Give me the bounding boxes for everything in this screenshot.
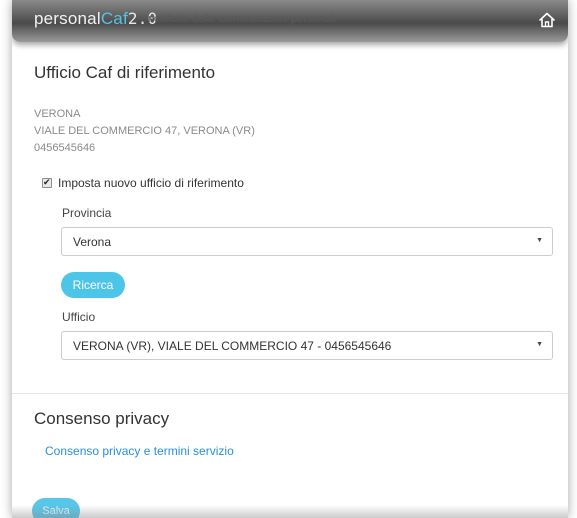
provincia-value: Verona bbox=[73, 235, 112, 249]
office-section-title: Ufficio Caf di riferimento bbox=[34, 63, 216, 82]
home-icon bbox=[539, 12, 555, 28]
section-divider bbox=[12, 393, 568, 394]
current-office-address: VIALE DEL COMMERCIO 47, VERONA (VR) bbox=[34, 125, 255, 137]
new-office-checkbox-row[interactable]: ✔ Imposta nuovo ufficio di riferimento bbox=[42, 175, 244, 191]
ufficio-label: Ufficio bbox=[62, 310, 96, 324]
chevron-down-icon: ▼ bbox=[536, 341, 543, 348]
new-office-checkbox[interactable]: ✔ bbox=[42, 177, 52, 188]
provincia-select[interactable]: Verona ▼ bbox=[61, 227, 553, 256]
chevron-down-icon: ▼ bbox=[536, 237, 543, 244]
current-office-phone: 0456545646 bbox=[34, 142, 96, 154]
privacy-terms-link[interactable]: Consenso privacy e termini servizio bbox=[45, 444, 234, 458]
provincia-label: Provincia bbox=[62, 206, 112, 220]
ufficio-value: VERONA (VR), VIALE DEL COMMERCIO 47 - 04… bbox=[73, 339, 392, 353]
home-button[interactable] bbox=[538, 11, 556, 29]
top-bar: personalCaf2.0 notifiche delle comunicaz… bbox=[12, 0, 568, 42]
bottom-shadow bbox=[12, 505, 568, 518]
save-button[interactable]: Salva bbox=[32, 498, 80, 518]
ufficio-select[interactable]: VERONA (VR), VIALE DEL COMMERCIO 47 - 04… bbox=[61, 331, 553, 360]
logo-personal: personal bbox=[34, 9, 101, 28]
current-office-city: VERONA bbox=[34, 108, 81, 120]
tagline: notifiche delle comunicazioni personali bbox=[148, 13, 336, 25]
logo-caf: Caf bbox=[100, 9, 128, 28]
new-office-checkbox-label: Imposta nuovo ufficio di riferimento bbox=[58, 176, 244, 190]
logo: personalCaf2.0 bbox=[34, 9, 157, 29]
app-frame: personalCaf2.0 notifiche delle comunicaz… bbox=[12, 0, 568, 518]
search-button[interactable]: Ricerca bbox=[61, 272, 125, 298]
checkmark-icon: ✔ bbox=[43, 177, 51, 187]
privacy-section-title: Consenso privacy bbox=[34, 409, 170, 428]
